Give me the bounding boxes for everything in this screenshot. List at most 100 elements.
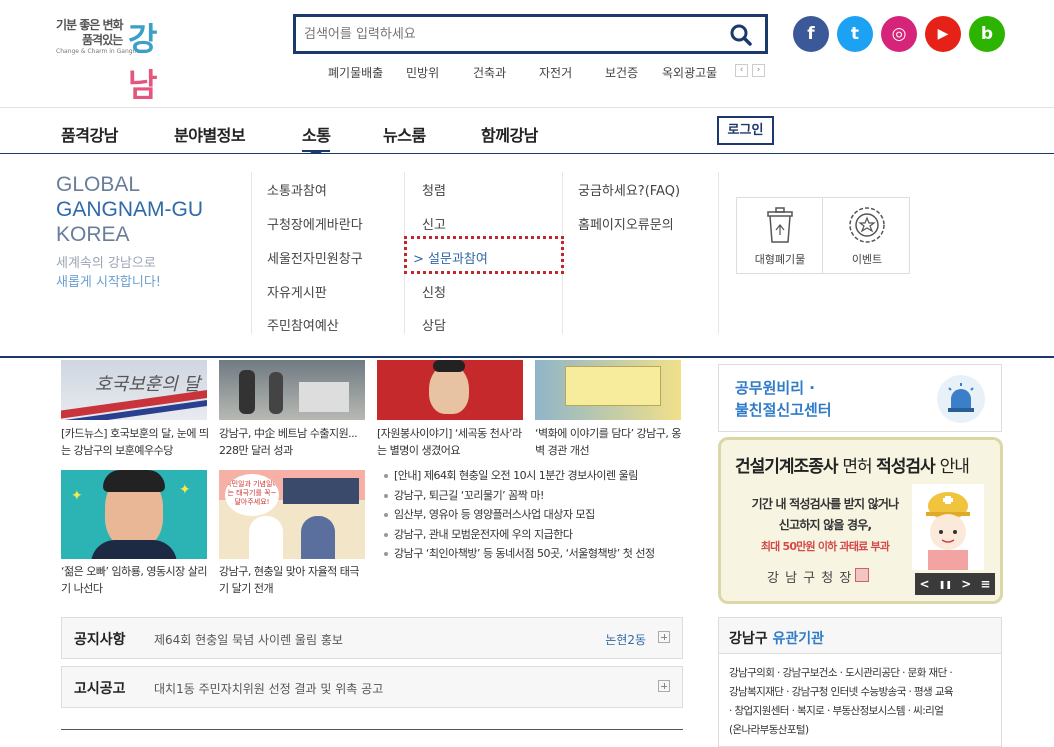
- slogan: 세계속의 강남으로 새롭게 시작합니다!: [56, 256, 162, 290]
- keyword-link[interactable]: 민방위: [406, 64, 439, 81]
- blog-icon[interactable]: b: [969, 16, 1005, 52]
- notice-label[interactable]: 공지사항: [74, 629, 126, 649]
- menu-item[interactable]: 소통과참여: [267, 180, 327, 199]
- gnb-item-together[interactable]: 함께강남: [481, 122, 538, 146]
- news-caption[interactable]: ‘벽화에 이야기를 담다’ 강남구, 옹벽 경관 개선: [535, 425, 685, 459]
- banner-penalty: 최대 50만원 이하 과태료 부과: [760, 540, 890, 553]
- menu-item-survey[interactable]: > 설문과참여: [413, 248, 488, 267]
- plus-icon[interactable]: [658, 680, 670, 692]
- gangnam-logo[interactable]: 기분 좋은 변화 품격있는 Change & Charm in Gangnam …: [56, 14, 180, 104]
- menu-item[interactable]: 주민참여예산: [267, 315, 339, 334]
- search-icon[interactable]: [729, 23, 753, 47]
- search-input[interactable]: [296, 17, 716, 51]
- main-navigation: 품격강남 분야별정보 소통 뉴스룸 함께강남 로그인: [0, 108, 1054, 157]
- login-button[interactable]: 로그인: [717, 116, 774, 145]
- news-list: [안내] 제64회 현충일 오전 10시 1분간 경보사이렌 울림 강남구, 퇴…: [380, 466, 655, 564]
- thumbnail-text: 국민일과 기념일에는 태극기를 꼭~ 달아주세요!: [225, 474, 279, 516]
- anti-corruption-banner[interactable]: 공무원비리 · 불친절신고센터: [718, 364, 1002, 432]
- news-caption[interactable]: [카드뉴스] 호국보훈의 달, 눈에 띄는 강남구의 보훈예우수당: [61, 425, 211, 459]
- news-thumbnail[interactable]: [377, 360, 523, 420]
- menu-item[interactable]: 신고: [422, 214, 446, 233]
- gosi-text[interactable]: 대치1동 주민자치위원 선정 결과 및 위촉 공고: [154, 680, 383, 697]
- list-item[interactable]: 강남구 ‘최인아책방’ 등 동네서점 50곳, ‘서울형책방’ 첫 선정: [380, 544, 655, 564]
- org-link-line[interactable]: 강남구의회 · 강남구보건소 · 도시관리공단 · 문화 재단 ·: [729, 664, 953, 683]
- banner-body2: 신고하지 않을 경우,: [778, 518, 872, 532]
- notice-box: 공지사항 제64회 현충일 묵념 사이렌 울림 홍보 논현2동: [61, 617, 683, 659]
- menu-item[interactable]: 궁금하세요?(FAQ): [578, 180, 680, 199]
- twitter-icon[interactable]: t: [837, 16, 873, 52]
- quick-link-event[interactable]: 이벤트: [824, 198, 910, 273]
- keyword-next-button[interactable]: ›: [752, 64, 765, 77]
- news-caption[interactable]: 강남구, 中企 베트남 수출지원... 228만 달러 성과: [219, 425, 369, 459]
- menu-item[interactable]: 신청: [422, 282, 446, 301]
- quick-link-label: 대형폐기물: [754, 253, 806, 266]
- list-item[interactable]: [안내] 제64회 현충일 오전 10시 1분간 경보사이렌 울림: [380, 466, 655, 486]
- list-item[interactable]: 강남구, 관내 모범운전자에 우의 지급한다: [380, 525, 655, 545]
- siren-icon: [937, 375, 985, 423]
- anti-line1: 공무원비리 ·: [735, 379, 815, 397]
- banner-list-button[interactable]: ≡: [980, 577, 990, 591]
- keyword-link[interactable]: 폐기물배출: [328, 64, 383, 81]
- gnb-item-pumgyeok[interactable]: 품격강남: [61, 122, 118, 146]
- logo-line2: 품격있는: [82, 33, 123, 47]
- keyword-link[interactable]: 자전거: [539, 64, 572, 81]
- related-orgs-links: 강남구의회 · 강남구보건소 · 도시관리공단 · 문화 재단 · 강남복지재단…: [729, 664, 954, 740]
- divider: [251, 172, 252, 334]
- menu-item[interactable]: 구청장에게바란다: [267, 214, 363, 233]
- news-caption[interactable]: ‘젊은 오빠’ 임하룡, 영동시장 살리기 나선다: [61, 563, 211, 597]
- news-thumbnail[interactable]: 호국보훈의 달: [61, 360, 207, 420]
- list-item[interactable]: 임산부, 영유아 등 영양플러스사업 대상자 모집: [380, 505, 655, 525]
- keyword-link[interactable]: 보건증: [605, 64, 638, 81]
- news-caption[interactable]: 강남구, 현충일 맞아 자율적 태극기 달기 전개: [219, 563, 365, 597]
- logo-line1: 기분 좋은 변화: [56, 18, 124, 32]
- notice-dept: 논현2동: [605, 633, 646, 647]
- gosi-label[interactable]: 고시공고: [74, 678, 126, 698]
- divider: [61, 729, 683, 730]
- news-caption[interactable]: [자원봉사이야기] ‘세곡동 천사’라는 별명이 생겼어요: [377, 425, 527, 459]
- keyword-link[interactable]: 건축과: [473, 64, 506, 81]
- gnb-item-field-info[interactable]: 분야별정보: [174, 122, 246, 146]
- seal-icon: [855, 568, 869, 582]
- related-orgs: 강남구 유관기관 강남구의회 · 강남구보건소 · 도시관리공단 · 문화 재단…: [718, 617, 1002, 747]
- license-test-banner[interactable]: 건설기계조종사 면허 적성검사 안내 기간 내 적성검사를 받지 않거나 신고하…: [718, 437, 1003, 604]
- anti-line2: 불친절신고센터: [735, 401, 832, 419]
- mega-menu: GLOBAL GANGNAM-GU KOREA 세계속의 강남으로 새롭게 시작…: [0, 154, 1054, 358]
- menu-item[interactable]: 상담: [422, 315, 446, 334]
- news-thumbnail[interactable]: [219, 360, 365, 420]
- banner-title: 건설기계조종사 면허 적성검사 안내: [735, 457, 970, 477]
- plus-icon[interactable]: [658, 631, 670, 643]
- banner-prev-button[interactable]: <: [920, 577, 930, 591]
- search-box: [293, 14, 768, 54]
- gosi-box: 고시공고 대치1동 주민자치위원 선정 결과 및 위촉 공고: [61, 666, 683, 708]
- youtube-icon[interactable]: ▶: [925, 16, 961, 52]
- facebook-icon[interactable]: f: [793, 16, 829, 52]
- banner-body1: 기간 내 적성검사를 받지 않거나: [751, 497, 899, 511]
- list-item[interactable]: 강남구, 퇴근길 ‘꼬리물기’ 꼼짝 마!: [380, 486, 655, 506]
- banner-next-button[interactable]: >: [961, 577, 971, 591]
- logo-wordmark: 강남: [128, 20, 157, 104]
- gnb-item-newsroom[interactable]: 뉴스룸: [383, 122, 426, 146]
- trash-bin-icon: [767, 207, 793, 243]
- news-thumbnail[interactable]: ✦ ✦: [61, 470, 207, 559]
- quick-link-bulky-waste[interactable]: 대형폐기물: [737, 198, 823, 273]
- notice-text[interactable]: 제64회 현충일 묵념 사이렌 울림 홍보: [154, 631, 343, 648]
- org-link-line[interactable]: · 창업지원센터 · 복지로 · 부동산정보시스템 · 씨:리얼: [729, 702, 953, 721]
- menu-item[interactable]: 청렴: [422, 180, 446, 199]
- menu-item[interactable]: 자유게시판: [267, 282, 327, 301]
- news-thumbnail[interactable]: 국민일과 기념일에는 태극기를 꼭~ 달아주세요!: [219, 470, 365, 559]
- menu-item[interactable]: 세울전자민원창구: [267, 248, 363, 267]
- menu-item[interactable]: 홈페이지오류문의: [578, 214, 674, 233]
- news-thumbnail[interactable]: [535, 360, 681, 420]
- org-link-line[interactable]: (온나라부동산포털): [729, 721, 953, 740]
- related-orgs-title: 강남구 유관기관: [729, 631, 825, 647]
- keyword-link[interactable]: 옥외광고물: [662, 64, 717, 81]
- thumbnail-text: 호국보훈의 달: [95, 374, 201, 395]
- banner-pause-button[interactable]: ❚❚: [939, 580, 952, 589]
- org-link-line[interactable]: 강남복지재단 · 강남구청 인터넷 수능방송국 · 평생 교육: [729, 683, 954, 702]
- keyword-prev-button[interactable]: ‹: [735, 64, 748, 77]
- quick-links: 대형폐기물 이벤트: [736, 197, 910, 274]
- worker-illustration-icon: [912, 484, 984, 570]
- gnb-item-communication[interactable]: 소통: [302, 122, 331, 146]
- divider: [718, 172, 719, 334]
- instagram-icon[interactable]: ◎: [881, 16, 917, 52]
